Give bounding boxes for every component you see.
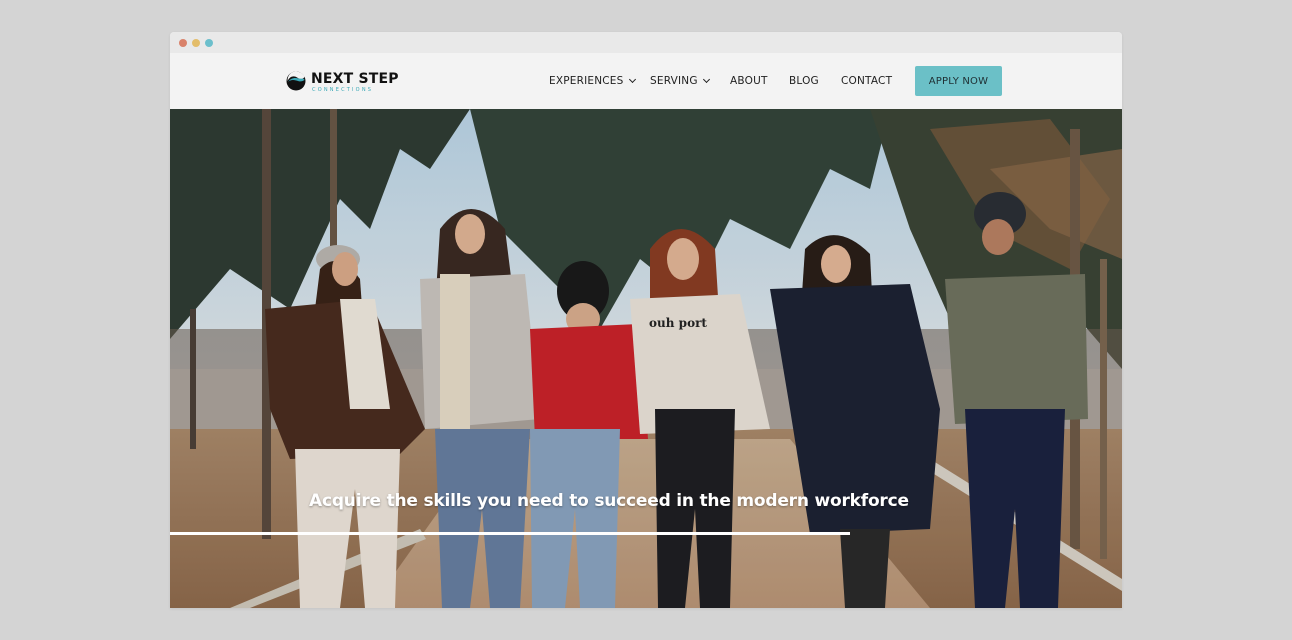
window-maximize-dot[interactable] — [205, 39, 213, 47]
logo-mark-icon — [286, 71, 306, 91]
nav-item-label: CONTACT — [841, 75, 893, 87]
site-header: NEXT STEP CONNECTIONS EXPERIENCES SERVIN… — [170, 53, 1122, 109]
chevron-down-icon — [702, 75, 710, 84]
nav-item-about[interactable]: ABOUT — [730, 75, 768, 87]
nav-item-serving[interactable]: SERVING — [650, 75, 710, 87]
window-close-dot[interactable] — [179, 39, 187, 47]
nav-item-experiences[interactable]: EXPERIENCES — [549, 75, 636, 87]
nav-item-label: SERVING — [650, 75, 698, 87]
nav-item-label: BLOG — [789, 75, 819, 87]
window-minimize-dot[interactable] — [192, 39, 200, 47]
browser-window: NEXT STEP CONNECTIONS EXPERIENCES SERVIN… — [170, 32, 1122, 608]
hero-headline: Acquire the skills you need to succeed i… — [309, 491, 909, 511]
brand-name: NEXT STEP — [311, 71, 399, 87]
brand-tagline: CONNECTIONS — [312, 87, 374, 93]
nav-item-contact[interactable]: CONTACT — [841, 75, 892, 87]
browser-chrome-bar — [170, 32, 1122, 53]
nav-item-label: EXPERIENCES — [549, 75, 624, 87]
brand-logo[interactable]: NEXT STEP CONNECTIONS — [286, 69, 406, 93]
hero-headline-underline — [170, 532, 850, 535]
hero-section: ouh port Acquire the skills you need to … — [170, 109, 1122, 608]
apply-now-button[interactable]: APPLY NOW — [915, 66, 1002, 96]
chevron-down-icon — [628, 75, 636, 84]
nav-item-blog[interactable]: BLOG — [789, 75, 819, 87]
nav-item-label: ABOUT — [730, 75, 768, 87]
